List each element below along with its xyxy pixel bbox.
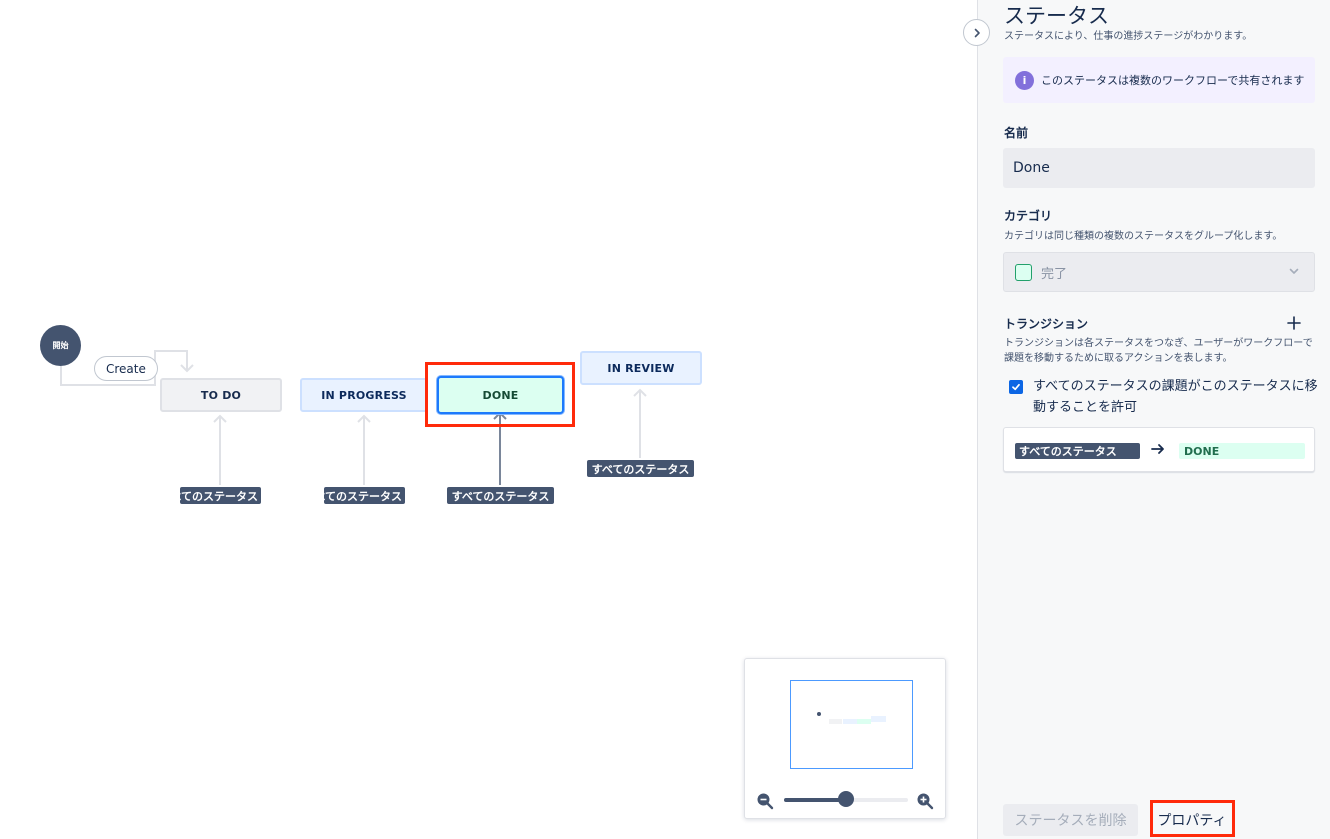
transition-card[interactable]: すべてのステータス DONE bbox=[1003, 427, 1315, 472]
name-label: 名前 bbox=[1004, 126, 1029, 140]
properties-button[interactable]: プロパティ bbox=[1153, 804, 1231, 836]
workflow-canvas[interactable]: 開始 Create TO DO IN PROGRESS DONE IN REVI… bbox=[0, 0, 977, 839]
minimap[interactable] bbox=[744, 658, 946, 819]
status-node-in-review[interactable]: IN REVIEW bbox=[580, 351, 702, 385]
checkmark-icon bbox=[1012, 383, 1020, 391]
status-details-panel: ステータス ステータスにより、仕事の進捗ステージがわかります。 i このステータ… bbox=[977, 0, 1330, 839]
minimap-node bbox=[857, 719, 871, 724]
zoom-out-icon bbox=[757, 793, 774, 810]
zoom-slider-fill bbox=[784, 798, 846, 802]
status-name-input[interactable] bbox=[1003, 148, 1315, 188]
arrow-right-icon bbox=[1151, 444, 1164, 454]
all-statuses-badge-in-review[interactable]: すべてのステータス bbox=[587, 460, 694, 477]
delete-status-button[interactable]: ステータスを削除 bbox=[1003, 804, 1138, 836]
transition-from-badge: すべてのステータス bbox=[1015, 443, 1140, 459]
shared-status-info: i このステータスは複数のワークフローで共有されます bbox=[1003, 57, 1315, 103]
all-statuses-badge-done[interactable]: すべてのステータス bbox=[447, 487, 554, 504]
info-message: このステータスは複数のワークフローで共有されます bbox=[1041, 74, 1305, 87]
transition-to-badge: DONE bbox=[1179, 443, 1305, 459]
inreview-incoming-line bbox=[633, 388, 647, 458]
zoom-in-button[interactable] bbox=[915, 791, 935, 811]
collapse-panel-button[interactable] bbox=[963, 19, 990, 46]
chevron-down-icon bbox=[1289, 268, 1299, 274]
all-statuses-badge-label: すべてのステータス bbox=[180, 489, 258, 503]
status-node-in-progress[interactable]: IN PROGRESS bbox=[300, 378, 428, 412]
transition-label: トランジション bbox=[1004, 317, 1089, 331]
allow-all-checkbox[interactable] bbox=[1009, 380, 1023, 394]
add-transition-button[interactable] bbox=[1284, 313, 1304, 333]
chevron-right-icon bbox=[974, 28, 980, 37]
panel-title: ステータス bbox=[1004, 4, 1109, 28]
minimap-node bbox=[829, 719, 842, 724]
start-node[interactable]: 開始 bbox=[40, 325, 81, 366]
allow-all-label[interactable]: すべてのステータスの課題がこのステータスに移動することを許可 bbox=[1033, 376, 1318, 418]
info-icon: i bbox=[1015, 70, 1034, 90]
all-statuses-badge-in-progress[interactable]: すべてのステータス bbox=[324, 487, 405, 504]
category-description: カテゴリは同じ種類の複数のステータスをグループ化します。 bbox=[1004, 231, 1283, 242]
category-label: カテゴリ bbox=[1004, 209, 1053, 223]
category-select[interactable]: 完了 bbox=[1003, 252, 1315, 292]
status-node-todo[interactable]: TO DO bbox=[160, 378, 282, 412]
status-node-done[interactable]: DONE bbox=[437, 376, 564, 414]
inprogress-incoming-line bbox=[357, 414, 371, 485]
panel-subtitle: ステータスにより、仕事の進捗ステージがわかります。 bbox=[1004, 31, 1253, 42]
all-statuses-badge-label: すべてのステータス bbox=[324, 489, 402, 503]
minimap-node bbox=[871, 716, 886, 722]
zoom-in-icon bbox=[917, 793, 934, 810]
zoom-out-button[interactable] bbox=[755, 791, 775, 811]
zoom-slider-handle[interactable] bbox=[838, 791, 854, 807]
transition-description: トランジションは各ステータスをつなぎ、ユーザーがワークフローで課題を移動するため… bbox=[1004, 338, 1313, 364]
all-statuses-badge-label: すべてのステータス bbox=[591, 462, 690, 476]
create-transition-label[interactable]: Create bbox=[94, 356, 158, 381]
minimap-start-dot bbox=[817, 712, 821, 716]
todo-incoming-line bbox=[213, 414, 227, 485]
category-value: 完了 bbox=[1041, 266, 1068, 282]
plus-icon bbox=[1287, 316, 1301, 330]
done-incoming-line bbox=[493, 411, 507, 485]
category-color-swatch bbox=[1015, 263, 1032, 281]
all-statuses-badge-label: すべてのステータス bbox=[451, 489, 550, 503]
minimap-node bbox=[843, 719, 857, 724]
minimap-viewport[interactable] bbox=[790, 680, 913, 769]
all-statuses-badge-todo[interactable]: すべてのステータス bbox=[180, 487, 261, 504]
